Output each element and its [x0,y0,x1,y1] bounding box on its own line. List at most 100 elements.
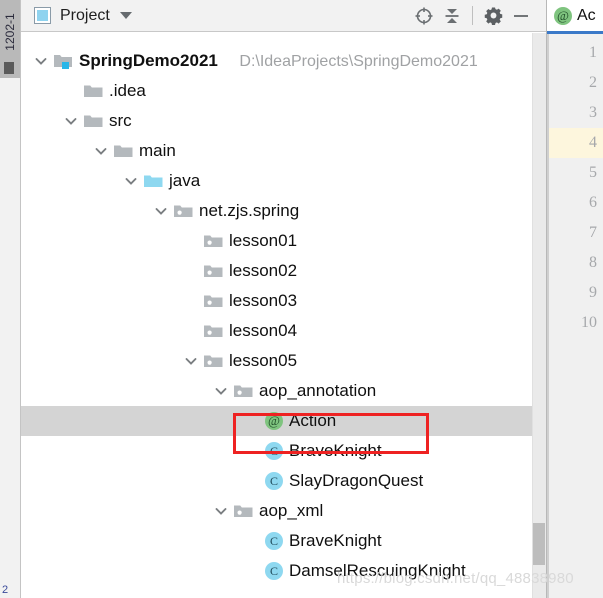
chevron-down-icon[interactable] [33,53,49,69]
gutter-line-number[interactable]: 1 [549,38,603,68]
gutter-line-number[interactable]: 4 [549,128,603,158]
gutter-line-number[interactable]: 5 [549,158,603,188]
tree-row-label: lesson01 [229,231,298,250]
tree-row-label: SlayDragonQuest [289,471,424,490]
tree-row-label: aop_annotation [259,381,377,400]
package-icon [204,263,224,279]
left-tool-strip: 1202-1 2 [0,0,21,598]
tool-window-tab-vertical[interactable]: 1202-1 [0,0,20,78]
tree-row[interactable]: .idea [21,76,546,106]
tree-row[interactable]: lesson05 [21,346,546,376]
tree-row[interactable]: SpringDemo2021 D:\IdeaProjects\SpringDemo… [21,46,546,76]
tree-row-label: DamselRescuingKnight [289,561,466,580]
gutter-line-number[interactable]: 10 [549,308,603,338]
tree-row[interactable]: src [21,106,546,136]
tree-row[interactable]: lesson01 [21,226,546,256]
chevron-right-icon[interactable] [183,263,199,279]
package-icon [204,233,224,249]
editor-tab-action[interactable]: @ Ac [547,0,603,31]
tree-row-label: BraveKnight [289,531,382,550]
tree-row-label: BraveKnight [289,441,382,460]
tree-row-label: .idea [109,81,146,100]
chevron-right-icon[interactable] [183,233,199,249]
tree-row-label: lesson03 [229,291,298,310]
page-title: Project [60,6,110,24]
tree-row[interactable]: aop_xml [21,496,546,526]
chevron-right-icon[interactable] [183,323,199,339]
tree-row-label: net.zjs.spring [199,201,300,220]
editor-panel: @ Ac 1 2 3 4 5 6 7 8 9 10 [546,0,603,598]
tree-row-label: java [169,171,201,190]
toolbar-divider [472,6,473,25]
package-icon [234,383,254,399]
panel-toolbar [410,0,546,31]
tree-scrollbar-thumb[interactable] [533,523,545,565]
folder-icon [114,143,134,159]
tree-row-label: lesson02 [229,261,298,280]
tool-window-tab-marker [4,62,14,74]
collapse-all-icon[interactable] [438,1,466,31]
tree-row-location-path: D:\IdeaProjects\SpringDemo2021 [239,53,478,70]
chevron-down-icon[interactable] [123,173,139,189]
editor-tab-label: Ac [577,6,596,24]
tree-row[interactable]: aop_annotation [21,376,546,406]
package-icon [234,503,254,519]
gutter-line-number[interactable]: 2 [549,68,603,98]
java-class-icon: C [265,532,283,550]
gutter-line-number[interactable]: 6 [549,188,603,218]
package-icon [174,203,194,219]
tree-row[interactable]: C BraveKnight [21,436,546,466]
annotation-type-icon: @ [265,412,283,430]
tree-row[interactable]: C SlayDragonQuest [21,466,546,496]
left-strip-bottom-label: 2 [2,584,9,596]
folder-icon [84,83,104,99]
editor-gutter[interactable]: 1 2 3 4 5 6 7 8 9 10 [547,34,603,598]
tree-row-label: SpringDemo2021 [79,51,218,70]
tree-row[interactable]: net.zjs.spring [21,196,546,226]
tree-scrollbar-track[interactable] [532,33,546,598]
package-icon [204,293,224,309]
chevron-down-icon[interactable] [213,383,229,399]
tree-row-label: Action [289,411,337,430]
tree-row[interactable]: lesson02 [21,256,546,286]
gutter-line-number[interactable]: 8 [549,248,603,278]
tree-row[interactable]: C BraveKnight [21,526,546,556]
package-icon [204,323,224,339]
chevron-down-icon[interactable] [153,203,169,219]
tree-row-label: src [109,111,132,130]
chevron-right-icon[interactable] [183,293,199,309]
chevron-down-icon[interactable] [63,113,79,129]
folder-icon [84,113,104,129]
project-panel-header: Project [21,0,546,32]
project-tree[interactable]: SpringDemo2021 D:\IdeaProjects\SpringDemo… [21,33,546,598]
gutter-line-number[interactable]: 3 [549,98,603,128]
java-class-icon: C [265,562,283,580]
tree-row[interactable]: lesson04 [21,316,546,346]
gutter-line-number[interactable]: 9 [549,278,603,308]
tree-row-label: main [139,141,176,160]
java-class-icon: C [265,442,283,460]
project-window-icon [34,7,51,24]
tree-row[interactable]: C DamselRescuingKnight [21,556,546,586]
tool-window-tab-label: 1202-1 [3,13,17,51]
gutter-line-number[interactable]: 7 [549,218,603,248]
chevron-down-icon[interactable] [93,143,109,159]
minimize-icon[interactable] [507,1,535,31]
chevron-right-icon[interactable] [63,83,79,99]
tree-row[interactable]: @ Action [21,406,546,436]
java-class-icon: C [265,472,283,490]
tree-row-label: aop_xml [259,501,324,520]
chevron-down-icon[interactable] [213,503,229,519]
gear-icon[interactable] [479,1,507,31]
chevron-down-icon[interactable] [183,353,199,369]
locate-in-tree-icon[interactable] [410,1,438,31]
source-root-icon [144,173,164,189]
tree-row[interactable]: main [21,136,546,166]
tree-row-label: lesson04 [229,321,298,340]
chevron-down-icon[interactable] [119,12,132,19]
tree-row-label: lesson05 [229,351,298,370]
module-folder-icon [54,53,74,69]
tree-row[interactable]: lesson03 [21,286,546,316]
package-icon [204,353,224,369]
tree-row[interactable]: java [21,166,546,196]
